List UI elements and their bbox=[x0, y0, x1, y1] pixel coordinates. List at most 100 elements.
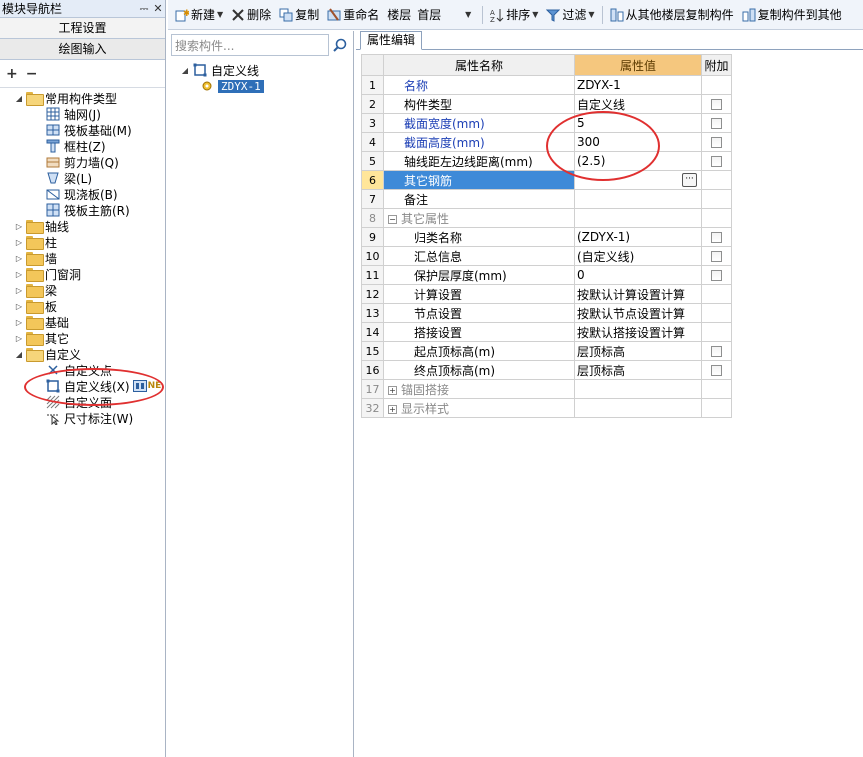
tree-node-wall[interactable]: ▷ 墙 bbox=[0, 250, 165, 266]
table-group-row[interactable]: 17 + 锚固搭接 bbox=[361, 379, 732, 399]
table-row[interactable]: 14 搭接设置 按默认搭接设置计算 bbox=[361, 322, 732, 342]
new-button[interactable]: ✱ 新建 ▼ bbox=[172, 4, 226, 26]
tree-node-other[interactable]: ▷ 其它 bbox=[0, 330, 165, 346]
attach-checkbox[interactable] bbox=[711, 251, 722, 262]
tree-node-door-window[interactable]: ▷ 门窗洞 bbox=[0, 266, 165, 282]
tree-item-raft-foundation[interactable]: 筏板基础(M) bbox=[0, 122, 165, 138]
table-row[interactable]: 4 截面高度(mm) 300 bbox=[361, 132, 732, 152]
table-row[interactable]: 5 轴线距左边线距离(mm) (2.5) bbox=[361, 151, 732, 171]
tree-node-column[interactable]: ▷ 柱 bbox=[0, 234, 165, 250]
expand-arrow-icon[interactable]: ▷ bbox=[14, 269, 24, 279]
tree-node-foundation[interactable]: ▷ 基础 bbox=[0, 314, 165, 330]
table-row[interactable]: 7 备注 bbox=[361, 189, 732, 209]
tree-node-beam[interactable]: ▷ 梁 bbox=[0, 282, 165, 298]
property-value[interactable]: 自定义线 bbox=[574, 94, 702, 114]
expand-group-icon[interactable]: + bbox=[388, 404, 397, 414]
table-row-selected[interactable]: 6 其它钢筋 ··· bbox=[361, 170, 732, 190]
table-row[interactable]: 9 归类名称 (ZDYX-1) bbox=[361, 227, 732, 247]
floor-select[interactable]: 首层 ▼ bbox=[413, 6, 475, 24]
property-value[interactable]: 按默认节点设置计算 bbox=[574, 303, 702, 323]
copy-button[interactable]: 复制 bbox=[276, 4, 322, 26]
tab-property-edit[interactable]: 属性编辑 bbox=[360, 31, 423, 50]
table-row[interactable]: 10 汇总信息 (自定义线) bbox=[361, 246, 732, 266]
tree-item-custom-line[interactable]: 自定义线(X) NE bbox=[0, 378, 165, 394]
attach-checkbox[interactable] bbox=[711, 365, 722, 376]
property-value[interactable]: ··· bbox=[574, 170, 702, 190]
tree-node-slab[interactable]: ▷ 板 bbox=[0, 298, 165, 314]
table-row[interactable]: 16 终点顶标高(m) 层顶标高 bbox=[361, 360, 732, 380]
property-value[interactable]: 按默认搭接设置计算 bbox=[574, 322, 702, 342]
copy-from-floor-button[interactable]: 从其他楼层复制构件 bbox=[607, 4, 737, 26]
property-value[interactable]: (ZDYX-1) bbox=[574, 227, 702, 247]
component-tree-root[interactable]: ◢ 自定义线 bbox=[180, 62, 353, 78]
project-settings-button[interactable]: 工程设置 bbox=[0, 18, 165, 39]
tree-node-custom[interactable]: ◢ 自定义 bbox=[0, 346, 165, 362]
table-group-row[interactable]: 8 − 其它属性 bbox=[361, 208, 732, 228]
expand-all-icon[interactable]: + bbox=[6, 66, 18, 82]
table-row[interactable]: 15 起点顶标高(m) 层顶标高 bbox=[361, 341, 732, 361]
table-group-row[interactable]: 32 + 显示样式 bbox=[361, 398, 732, 418]
copy-to-floor-button[interactable]: 复制构件到其他 bbox=[739, 4, 845, 26]
tree-node-common-types[interactable]: ◢ 常用构件类型 bbox=[0, 90, 165, 106]
attach-checkbox[interactable] bbox=[711, 99, 722, 110]
expand-arrow-icon[interactable]: ▷ bbox=[14, 301, 24, 311]
property-value[interactable]: 5 bbox=[574, 113, 702, 133]
sort-button[interactable]: AZ 排序 ▼ bbox=[487, 4, 541, 26]
tree-item-dimension[interactable]: 尺寸标注(W) bbox=[0, 410, 165, 426]
expand-arrow-icon[interactable]: ▷ bbox=[14, 285, 24, 295]
attach-checkbox[interactable] bbox=[711, 270, 722, 281]
tree-item-custom-point[interactable]: 自定义点 bbox=[0, 362, 165, 378]
property-value[interactable]: 0 bbox=[574, 265, 702, 285]
search-icon[interactable] bbox=[329, 34, 351, 56]
collapse-arrow-icon[interactable]: ◢ bbox=[14, 93, 24, 103]
tree-item-frame-column[interactable]: 框柱(Z) bbox=[0, 138, 165, 154]
property-value[interactable]: 层顶标高 bbox=[574, 360, 702, 380]
property-value[interactable]: 300 bbox=[574, 132, 702, 152]
drawing-input-button[interactable]: 绘图输入 bbox=[0, 39, 165, 60]
filter-button[interactable]: 过滤 ▼ bbox=[543, 4, 597, 26]
tree-item-beam[interactable]: 梁(L) bbox=[0, 170, 165, 186]
attach-checkbox[interactable] bbox=[711, 232, 722, 243]
expand-arrow-icon[interactable]: ▷ bbox=[14, 237, 24, 247]
table-row[interactable]: 1 名称 ZDYX-1 bbox=[361, 75, 732, 95]
collapse-all-icon[interactable]: − bbox=[26, 66, 38, 82]
property-value[interactable]: (自定义线) bbox=[574, 246, 702, 266]
tree-item-cast-slab[interactable]: 现浇板(B) bbox=[0, 186, 165, 202]
expand-group-icon[interactable]: + bbox=[388, 385, 397, 395]
pin-icon[interactable]: ⎓ bbox=[137, 2, 151, 16]
tree-node-axis[interactable]: ▷ 轴线 bbox=[0, 218, 165, 234]
property-value[interactable]: 按默认计算设置计算 bbox=[574, 284, 702, 304]
collapse-group-icon[interactable]: − bbox=[388, 214, 397, 224]
table-row[interactable]: 3 截面宽度(mm) 5 bbox=[361, 113, 732, 133]
expand-arrow-icon[interactable]: ▷ bbox=[14, 333, 24, 343]
property-value[interactable]: 层顶标高 bbox=[574, 341, 702, 361]
table-row[interactable]: 13 节点设置 按默认节点设置计算 bbox=[361, 303, 732, 323]
tree-item-custom-face[interactable]: 自定义面 bbox=[0, 394, 165, 410]
attach-checkbox[interactable] bbox=[711, 137, 722, 148]
attach-checkbox[interactable] bbox=[711, 346, 722, 357]
properties-icon[interactable] bbox=[132, 380, 147, 392]
property-value[interactable]: (2.5) bbox=[574, 151, 702, 171]
expand-arrow-icon[interactable]: ▷ bbox=[14, 253, 24, 263]
attach-checkbox[interactable] bbox=[711, 156, 722, 167]
custom-line-icon bbox=[46, 379, 60, 393]
table-row[interactable]: 11 保护层厚度(mm) 0 bbox=[361, 265, 732, 285]
delete-button[interactable]: 删除 bbox=[228, 4, 274, 26]
search-input[interactable]: 搜索构件... bbox=[171, 34, 329, 56]
ellipsis-button[interactable]: ··· bbox=[682, 173, 697, 187]
attach-checkbox[interactable] bbox=[711, 118, 722, 129]
expand-arrow-icon[interactable]: ▷ bbox=[14, 221, 24, 231]
collapse-arrow-icon[interactable]: ◢ bbox=[180, 65, 190, 75]
property-value[interactable]: ZDYX-1 bbox=[574, 75, 702, 95]
collapse-arrow-icon[interactable]: ◢ bbox=[14, 349, 24, 359]
tree-item-axis-grid[interactable]: 轴网(J) bbox=[0, 106, 165, 122]
expand-arrow-icon[interactable]: ▷ bbox=[14, 317, 24, 327]
table-row[interactable]: 2 构件类型 自定义线 bbox=[361, 94, 732, 114]
component-item-selected[interactable]: ZDYX-1 bbox=[180, 78, 353, 94]
property-value[interactable] bbox=[574, 189, 702, 209]
tree-item-shear-wall[interactable]: 剪力墙(Q) bbox=[0, 154, 165, 170]
table-row[interactable]: 12 计算设置 按默认计算设置计算 bbox=[361, 284, 732, 304]
close-icon[interactable]: ✕ bbox=[151, 2, 165, 15]
tree-item-raft-rebar[interactable]: 筏板主筋(R) bbox=[0, 202, 165, 218]
rename-button[interactable]: 重命名 bbox=[324, 4, 382, 26]
